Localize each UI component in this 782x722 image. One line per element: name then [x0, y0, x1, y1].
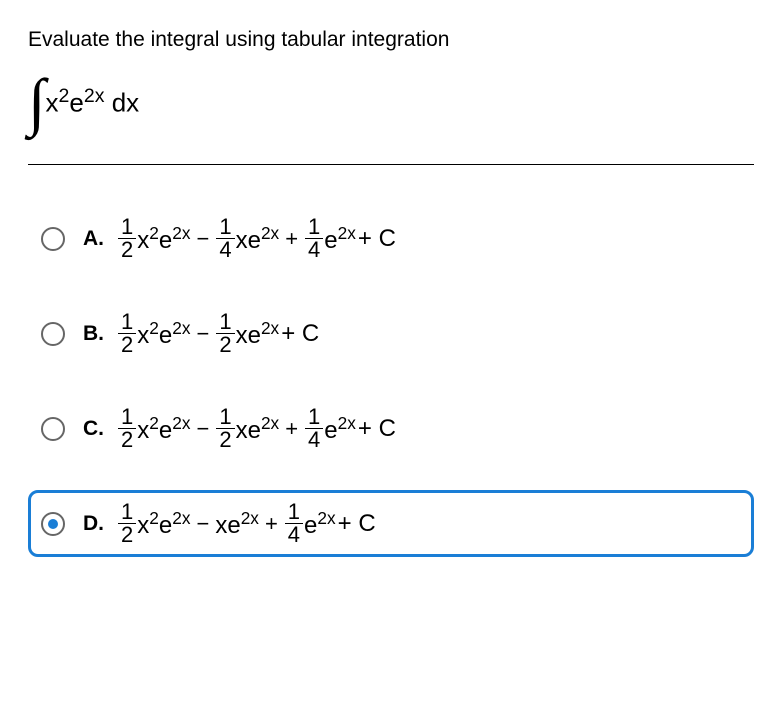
fraction: 12 — [216, 311, 234, 356]
choice-expression: 12x2e2x−xe2x+14e2x + C — [117, 501, 376, 546]
term: 12xe2x — [215, 406, 279, 451]
power-group: e2x — [324, 413, 356, 445]
term: 14xe2x — [215, 216, 279, 261]
integrand: x2e2x dx — [46, 85, 140, 119]
power-group: x2e2x — [137, 508, 190, 540]
radio-D[interactable] — [41, 512, 65, 536]
power-group: x2e2x — [137, 318, 190, 350]
power-group: x2e2x — [137, 413, 190, 445]
choice-C[interactable]: C.12x2e2x−12xe2x+14e2x + C — [28, 395, 754, 462]
choices-list: A.12x2e2x−14xe2x+14e2x + CB.12x2e2x−12xe… — [28, 205, 754, 557]
term: 12xe2x — [215, 311, 279, 356]
choice-expression: 12x2e2x−12xe2x+14e2x + C — [117, 406, 396, 451]
term: 12x2e2x — [117, 216, 190, 261]
integral-expression: ∫ x2e2x dx — [28, 70, 754, 134]
plus-C: + C — [358, 415, 396, 443]
power-group: xe2x — [236, 223, 280, 255]
fraction: 12 — [118, 501, 136, 546]
choice-B[interactable]: B.12x2e2x−12xe2x + C — [28, 300, 754, 367]
term: xe2x — [215, 508, 259, 540]
term: 14e2x — [304, 406, 356, 451]
choice-D[interactable]: D.12x2e2x−xe2x+14e2x + C — [28, 490, 754, 557]
radio-A[interactable] — [41, 227, 65, 251]
fraction: 12 — [118, 406, 136, 451]
choice-label: D. — [83, 512, 117, 536]
power-group: xe2x — [236, 318, 280, 350]
choice-expression: 12x2e2x−14xe2x+14e2x + C — [117, 216, 396, 261]
term: 14e2x — [284, 501, 336, 546]
operator: − — [196, 321, 209, 347]
question-text: Evaluate the integral using tabular inte… — [28, 28, 754, 52]
operator: + — [265, 511, 278, 537]
plus-C: + C — [281, 320, 319, 348]
choice-A[interactable]: A.12x2e2x−14xe2x+14e2x + C — [28, 205, 754, 272]
fraction: 12 — [118, 216, 136, 261]
operator: − — [196, 226, 209, 252]
fraction: 14 — [216, 216, 234, 261]
choice-expression: 12x2e2x−12xe2x + C — [117, 311, 319, 356]
power-group: e2x — [324, 223, 356, 255]
fraction: 12 — [118, 311, 136, 356]
choice-label: A. — [83, 227, 117, 251]
operator: + — [285, 226, 298, 252]
power-group: xe2x — [215, 508, 259, 540]
fraction: 14 — [305, 216, 323, 261]
term: 14e2x — [304, 216, 356, 261]
power-group: e2x — [304, 508, 336, 540]
power-group: xe2x — [236, 413, 280, 445]
power-group: x2e2x — [137, 223, 190, 255]
term: 12x2e2x — [117, 501, 190, 546]
choice-label: B. — [83, 322, 117, 346]
plus-C: + C — [358, 225, 396, 253]
radio-B[interactable] — [41, 322, 65, 346]
fraction: 14 — [285, 501, 303, 546]
plus-C: + C — [338, 510, 376, 538]
term: 12x2e2x — [117, 406, 190, 451]
operator: − — [196, 511, 209, 537]
integral-sign-icon: ∫ — [28, 70, 46, 134]
operator: + — [285, 416, 298, 442]
choice-label: C. — [83, 417, 117, 441]
term: 12x2e2x — [117, 311, 190, 356]
divider — [28, 164, 754, 165]
fraction: 12 — [216, 406, 234, 451]
operator: − — [196, 416, 209, 442]
radio-C[interactable] — [41, 417, 65, 441]
fraction: 14 — [305, 406, 323, 451]
